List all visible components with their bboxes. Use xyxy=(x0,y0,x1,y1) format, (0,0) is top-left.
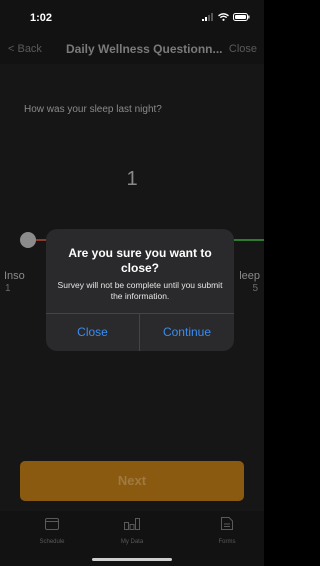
dialog-message: Survey will not be complete until you su… xyxy=(57,280,223,301)
close-confirmation-dialog: Are you sure you want to close? Survey w… xyxy=(46,229,234,351)
dialog-continue-button[interactable]: Continue xyxy=(140,314,234,351)
dialog-close-button[interactable]: Close xyxy=(46,314,139,351)
dialog-title: Are you sure you want to close? xyxy=(68,246,212,275)
